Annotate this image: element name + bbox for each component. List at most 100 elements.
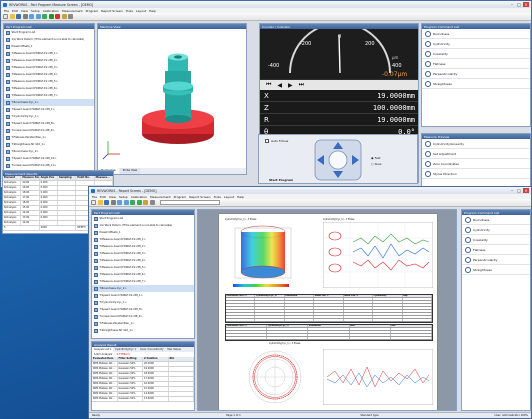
skip-back-icon[interactable]: ⏮ xyxy=(266,81,271,89)
menu-item[interactable]: File xyxy=(92,195,97,199)
new-icon[interactable] xyxy=(91,200,96,205)
settings-icon[interactable] xyxy=(68,14,73,19)
tree-item[interactable]: T:Linear-Guard:HORIZ:X1>88_9> xyxy=(92,313,194,320)
model-tab[interactable]: Probe View xyxy=(119,168,141,174)
menu-item[interactable]: Layout xyxy=(224,195,234,199)
menu-item[interactable]: Calibration xyxy=(131,195,147,199)
column-header[interactable]: Point No. xyxy=(76,176,95,180)
zoom-out-icon[interactable] xyxy=(136,200,142,205)
column-header[interactable]: Rtn xyxy=(169,357,194,361)
tree-item[interactable]: T:Cylindricity:Cyc_1> xyxy=(92,299,194,306)
tree-item[interactable]: 1/A Work Datum (?This element is not abl… xyxy=(92,222,194,229)
tree-item[interactable]: T:Measure-Guard:HORIZ:X1>88_1> xyxy=(4,50,94,57)
prev-icon[interactable]: ◀ xyxy=(277,82,282,89)
measure-window-titlebar[interactable]: REVWORKS - Part Program Measure Screen -… xyxy=(1,1,531,8)
analysis-tab[interactable]: Analysis List 1 xyxy=(92,347,114,352)
analysis-tab[interactable]: Max Values xyxy=(165,347,183,352)
command-item[interactable]: Flatness xyxy=(422,59,530,69)
tree-item[interactable]: T:Measure-Guard:HORIZ:X1>88_2> xyxy=(92,243,194,250)
save-icon[interactable] xyxy=(104,200,109,205)
export-icon[interactable] xyxy=(149,200,155,205)
analysis-tab[interactable]: Cylindricity/Cyc 1 xyxy=(113,347,138,352)
tree-item[interactable]: T:Measure-Guard:HORIZ:X1>88_7> xyxy=(4,92,94,99)
command-item[interactable]: Straightness xyxy=(462,265,530,275)
open-icon[interactable] xyxy=(9,14,15,19)
tree-item[interactable]: T:Speed-Guard:HORIZ:X1>88_8> xyxy=(4,120,94,127)
menu-item[interactable]: Measurement xyxy=(62,9,83,13)
tree-item[interactable]: 1/A Work Datum (?This element is not abl… xyxy=(4,36,94,43)
tree-item[interactable]: T:Linear-Guard:HORIZ:X1>88_9> xyxy=(4,127,94,134)
menu-item[interactable]: Measurement xyxy=(150,195,171,199)
tree-item[interactable]: Preset Offsets_1 xyxy=(4,43,94,50)
menu-item[interactable]: View xyxy=(109,195,116,199)
tree-item[interactable]: Preset Offsets_1 xyxy=(92,229,194,236)
command-item[interactable]: Flatness xyxy=(462,245,530,255)
print-icon[interactable] xyxy=(110,200,116,205)
tree-item[interactable]: T:Flatness Parallel:Plan_1> xyxy=(4,134,94,141)
menu-item[interactable]: Program xyxy=(86,9,99,13)
tree-item[interactable]: T:Linear-Guard:HORIZ:X1>88_11> xyxy=(4,162,94,169)
tree-item[interactable]: T:Measure-Guard:HORIZ:X1>88_5> xyxy=(92,264,194,271)
tree-item[interactable]: Start Program List xyxy=(92,215,194,222)
tree-item[interactable]: T:Speed-Guard:HORIZ:X1>88_8> xyxy=(92,306,194,313)
menu-item[interactable]: Tools xyxy=(126,9,133,13)
command-item[interactable]: Perpendicularity xyxy=(422,69,530,79)
column-header[interactable]: Angle Pos xyxy=(40,176,58,180)
tree-item[interactable]: T:Speed-Guard:HORIZ:X1>88_10> xyxy=(4,155,94,162)
skip-forward-icon[interactable]: ⏭ xyxy=(299,81,304,89)
menu-item[interactable]: Edit xyxy=(100,195,106,199)
zoom-icon[interactable] xyxy=(42,14,47,19)
minimize-icon[interactable]: – xyxy=(509,2,515,7)
report-window-titlebar[interactable]: REVWORKS - Report Screen - [DEMO] – □ × xyxy=(89,187,531,194)
command-item[interactable]: Straightness xyxy=(422,79,530,89)
menu-item[interactable]: Report Screen xyxy=(101,9,122,13)
tree-item[interactable]: T:Measure-Guard:HORIZ:X1>88_6> xyxy=(4,85,94,92)
command-item[interactable]: Set Adjustment xyxy=(422,149,530,159)
new-icon[interactable] xyxy=(3,14,8,19)
maximize-icon[interactable]: □ xyxy=(516,2,522,7)
tree-item[interactable]: T:Measure-Guard:HORIZ:X1>88_6> xyxy=(92,271,194,278)
close-icon[interactable]: × xyxy=(523,2,529,7)
tree-item[interactable]: T:Cylindricity:Cyc_1> xyxy=(4,113,94,120)
minimize-icon[interactable]: – xyxy=(509,188,515,193)
menu-item[interactable]: Report Screen xyxy=(189,195,210,199)
report-layout-icon[interactable] xyxy=(143,200,148,205)
tree-item[interactable]: T:Roundness:Cyc_2> xyxy=(4,148,94,155)
redo-icon[interactable] xyxy=(35,14,41,19)
tree-item[interactable]: T:Speed-Guard:HORIZ:X1>88_1> xyxy=(92,292,194,299)
auto-follow-checkbox[interactable] xyxy=(265,139,269,143)
slow-option[interactable]: ○ Slow xyxy=(371,161,382,167)
analysis-tab[interactable]: Coax. Concentricity xyxy=(138,347,165,352)
tree-item[interactable]: T:Straightness:Str Gtd_1> xyxy=(92,327,194,334)
command-item[interactable]: Zero Coordinates xyxy=(422,159,530,169)
tree-item[interactable]: T:Measure-Guard:HORIZ:X1>88_2> xyxy=(4,57,94,64)
command-item[interactable]: Coaxiality xyxy=(422,49,530,59)
command-item[interactable]: Cylindricity xyxy=(422,39,530,49)
close-icon[interactable]: × xyxy=(523,188,529,193)
command-item[interactable]: Coaxiality xyxy=(462,235,530,245)
menu-item[interactable]: Edit xyxy=(12,9,18,13)
command-item[interactable]: Cylindricity xyxy=(462,225,530,235)
menu-item[interactable]: Help xyxy=(149,9,156,13)
undo-icon[interactable] xyxy=(117,200,122,205)
next-icon[interactable]: ▶ xyxy=(288,82,293,89)
auto-follow-option[interactable]: Auto Follow xyxy=(265,139,288,143)
command-item[interactable]: Roundness xyxy=(462,215,530,225)
open-icon[interactable] xyxy=(97,200,103,205)
tree-item[interactable]: T:Straightness:Str Gtd_1> xyxy=(4,141,94,148)
column-header[interactable]: Measure Position xyxy=(21,176,40,180)
column-header[interactable]: Measure... xyxy=(95,176,113,180)
undo-icon[interactable] xyxy=(29,14,34,19)
menu-item[interactable]: Layout xyxy=(136,9,146,13)
column-header[interactable]: Sampling xyxy=(58,176,77,180)
zoom-in-icon[interactable] xyxy=(130,200,135,205)
tree-item[interactable]: T:Measure-Guard:HORIZ:X1>88_1> xyxy=(92,236,194,243)
menu-item[interactable]: Help xyxy=(237,195,244,199)
column-header[interactable]: Filter Setting xyxy=(118,357,143,361)
tree-item[interactable]: T:Flatness Parallel:Plan_1> xyxy=(92,320,194,327)
probe-icon[interactable] xyxy=(61,14,67,19)
jog-pad[interactable] xyxy=(313,138,363,182)
menu-item[interactable]: Calibration xyxy=(43,9,59,13)
command-item[interactable]: Stylus Direction xyxy=(422,169,530,179)
menu-item[interactable]: Program xyxy=(174,195,187,199)
